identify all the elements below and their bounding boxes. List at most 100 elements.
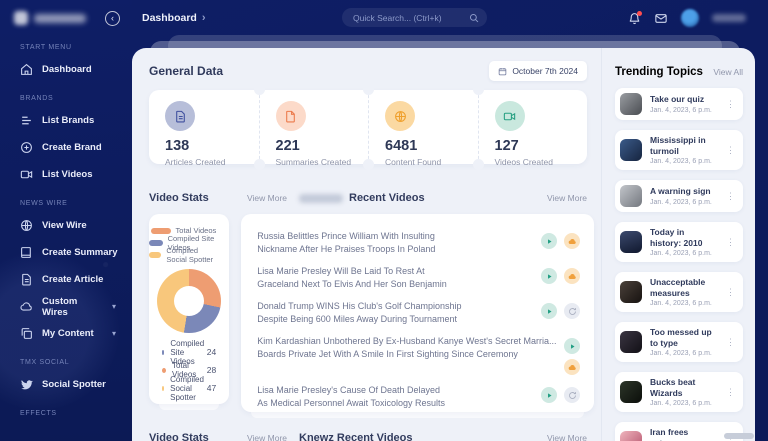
more-options-icon[interactable]: ⋮ <box>724 386 737 399</box>
more-options-icon[interactable]: ⋮ <box>724 236 737 249</box>
sidebar-item-create-brand[interactable]: Create Brand <box>14 134 120 161</box>
sidebar-item-dashboard[interactable]: Dashboard <box>14 56 120 83</box>
cloud-upload-button[interactable] <box>564 359 581 375</box>
video-stats-title: Video Stats <box>149 192 209 204</box>
stat-label: Content Found <box>385 157 442 167</box>
divider-notch <box>472 159 484 170</box>
series-dot <box>162 385 165 391</box>
topic-date: Jan. 4, 2023, 6 p.m. <box>650 400 712 407</box>
legend-swatch <box>149 239 163 246</box>
knewz-view-more-link[interactable]: View More <box>547 433 587 441</box>
recent-videos-view-more-link[interactable]: View More <box>547 193 587 203</box>
video-title-line: Boards Private Jet With A Smile In First… <box>257 349 518 359</box>
calendar-icon <box>499 67 507 75</box>
sidebar: ‹ START MENU Dashboard BRANDS List Brand… <box>0 0 132 441</box>
more-options-icon[interactable]: ⋮ <box>724 286 737 299</box>
chevron-down-icon: ▾ <box>111 329 116 338</box>
play-video-button[interactable] <box>541 268 558 284</box>
copy-icon <box>20 327 33 340</box>
trending-card[interactable]: Iran frees actress Jan. 4, 2023, 6 p.m. … <box>615 422 743 441</box>
video-list-item[interactable]: Lisa Marie Presley's Cause Of Death Dela… <box>257 384 581 410</box>
file-icon <box>275 101 306 131</box>
video-list-item[interactable]: Donald Trump WINS His Club's Golf Champi… <box>257 300 581 326</box>
breadcrumb-label: Dashboard <box>142 12 197 24</box>
divider-notch <box>363 159 374 170</box>
video-camera-icon <box>494 101 525 131</box>
messages-button[interactable] <box>654 12 668 25</box>
sidebar-item-my-content[interactable]: My Content ▾ <box>14 320 120 347</box>
more-options-icon[interactable]: ⋮ <box>724 190 737 203</box>
series-value: 47 <box>206 383 217 393</box>
file-text-icon <box>20 273 33 286</box>
sidebar-item-label: Dashboard <box>42 64 92 75</box>
sidebar-item-label: Create Article <box>42 274 104 285</box>
topic-date: Jan. 4, 2023, 6 p.m. <box>650 300 712 307</box>
stat-content-found: 6481 Content Found <box>363 84 478 170</box>
trending-list: Take our quiz Jan. 4, 2023, 6 p.m. ⋮ Mis… <box>615 88 743 441</box>
sidebar-item-create-summary[interactable]: Create Summary <box>14 239 120 266</box>
sidebar-item-create-article[interactable]: Create Article <box>14 266 120 293</box>
trending-card[interactable]: Mississippi in turmoil Jan. 4, 2023, 6 p… <box>615 130 743 170</box>
main-content: General Data October 7th 2024 138 Articl… <box>132 48 602 441</box>
notifications-button[interactable] <box>628 10 642 25</box>
trending-card[interactable]: Take our quiz Jan. 4, 2023, 6 p.m. ⋮ <box>615 88 743 120</box>
video-list-item[interactable]: Kim Kardashian Unbothered By Ex-Husband … <box>257 335 581 375</box>
user-avatar[interactable] <box>681 9 699 27</box>
date-picker-button[interactable]: October 7th 2024 <box>489 61 587 81</box>
stat-value: 221 <box>275 138 300 154</box>
trending-card[interactable]: Bucks beat Wizards Jan. 4, 2023, 6 p.m. … <box>615 372 743 412</box>
section-label-news-wire: NEWS WIRE <box>20 200 68 207</box>
sidebar-item-label: Social Spotter <box>42 379 106 390</box>
play-video-button[interactable] <box>541 303 558 319</box>
topic-date: Jan. 4, 2023, 6 p.m. <box>650 250 712 257</box>
video-list-item[interactable]: Russia Belittles Prince William With Ins… <box>257 230 581 256</box>
chart-data-row: Compiled Site Videos 24 <box>162 339 216 366</box>
video-title-line: As Medical Personnel Await Toxicology Re… <box>257 398 446 408</box>
sidebar-item-label: List Videos <box>42 169 93 180</box>
legend-label: Compiled Social Spotter <box>166 245 214 264</box>
divider-notch <box>253 159 265 170</box>
sidebar-item-label: Custom Wires <box>42 295 78 318</box>
sidebar-item-social-spotter[interactable]: Social Spotter <box>14 371 120 398</box>
play-video-button[interactable] <box>541 387 558 403</box>
twitter-icon <box>20 378 33 391</box>
topic-title: Iran frees actress <box>650 427 689 441</box>
stat-value: 138 <box>165 138 190 154</box>
trending-card[interactable]: A warning sign Jan. 4, 2023, 6 p.m. ⋮ <box>615 180 743 212</box>
trending-card[interactable]: Too messed up to type Jan. 4, 2023, 6 p.… <box>615 322 743 362</box>
video-list-item[interactable]: Lisa Marie Presley Will Be Laid To Rest … <box>257 265 581 291</box>
sidebar-item-label: My Content <box>42 328 94 339</box>
trending-topics-title: Trending Topics <box>615 66 703 78</box>
sidebar-item-label: Create Brand <box>42 142 102 153</box>
play-video-button[interactable] <box>564 338 581 354</box>
play-video-button[interactable] <box>541 233 558 249</box>
topic-title: Too messed up to type <box>650 327 712 348</box>
processing-refresh-button[interactable] <box>564 303 581 319</box>
breadcrumb[interactable]: Dashboard › <box>142 12 206 24</box>
topic-thumbnail <box>620 431 642 441</box>
more-options-icon[interactable]: ⋮ <box>724 144 737 157</box>
cloud-upload-button[interactable] <box>564 268 581 284</box>
more-options-icon[interactable]: ⋮ <box>724 98 737 111</box>
video-title-line: Lisa Marie Presley's Cause Of Death Dela… <box>257 385 441 395</box>
topic-thumbnail <box>620 381 642 403</box>
sidebar-nav: START MENU Dashboard BRANDS List Brands … <box>0 36 132 417</box>
sidebar-item-list-brands[interactable]: List Brands <box>14 107 120 134</box>
sidebar-item-view-wire[interactable]: View Wire <box>14 212 120 239</box>
video-stats-view-more-link[interactable]: View More <box>247 193 287 203</box>
sidebar-item-custom-wires[interactable]: Custom Wires ▾ <box>14 293 120 320</box>
sidebar-item-list-videos[interactable]: List Videos <box>14 161 120 188</box>
cloud-upload-button[interactable] <box>564 233 581 249</box>
trending-card[interactable]: Today in history: 2010 Jan. 4, 2023, 6 p… <box>615 222 743 262</box>
trending-view-all-link[interactable]: View All <box>713 67 743 77</box>
processing-refresh-button[interactable] <box>564 387 581 403</box>
sidebar-collapse-button[interactable]: ‹ <box>105 10 120 26</box>
trending-card[interactable]: Unacceptable measures Jan. 4, 2023, 6 p.… <box>615 272 743 312</box>
horizontal-scrollbar[interactable] <box>724 433 754 439</box>
video-stats-view-more-link-2[interactable]: View More <box>247 433 287 441</box>
general-data-title: General Data <box>149 64 224 78</box>
more-options-icon[interactable]: ⋮ <box>724 336 737 349</box>
search-input[interactable]: Quick Search... (Ctrl+k) <box>342 8 487 27</box>
section-label-start-menu: START MENU <box>20 44 72 51</box>
app-logo-blurred[interactable] <box>14 11 105 25</box>
